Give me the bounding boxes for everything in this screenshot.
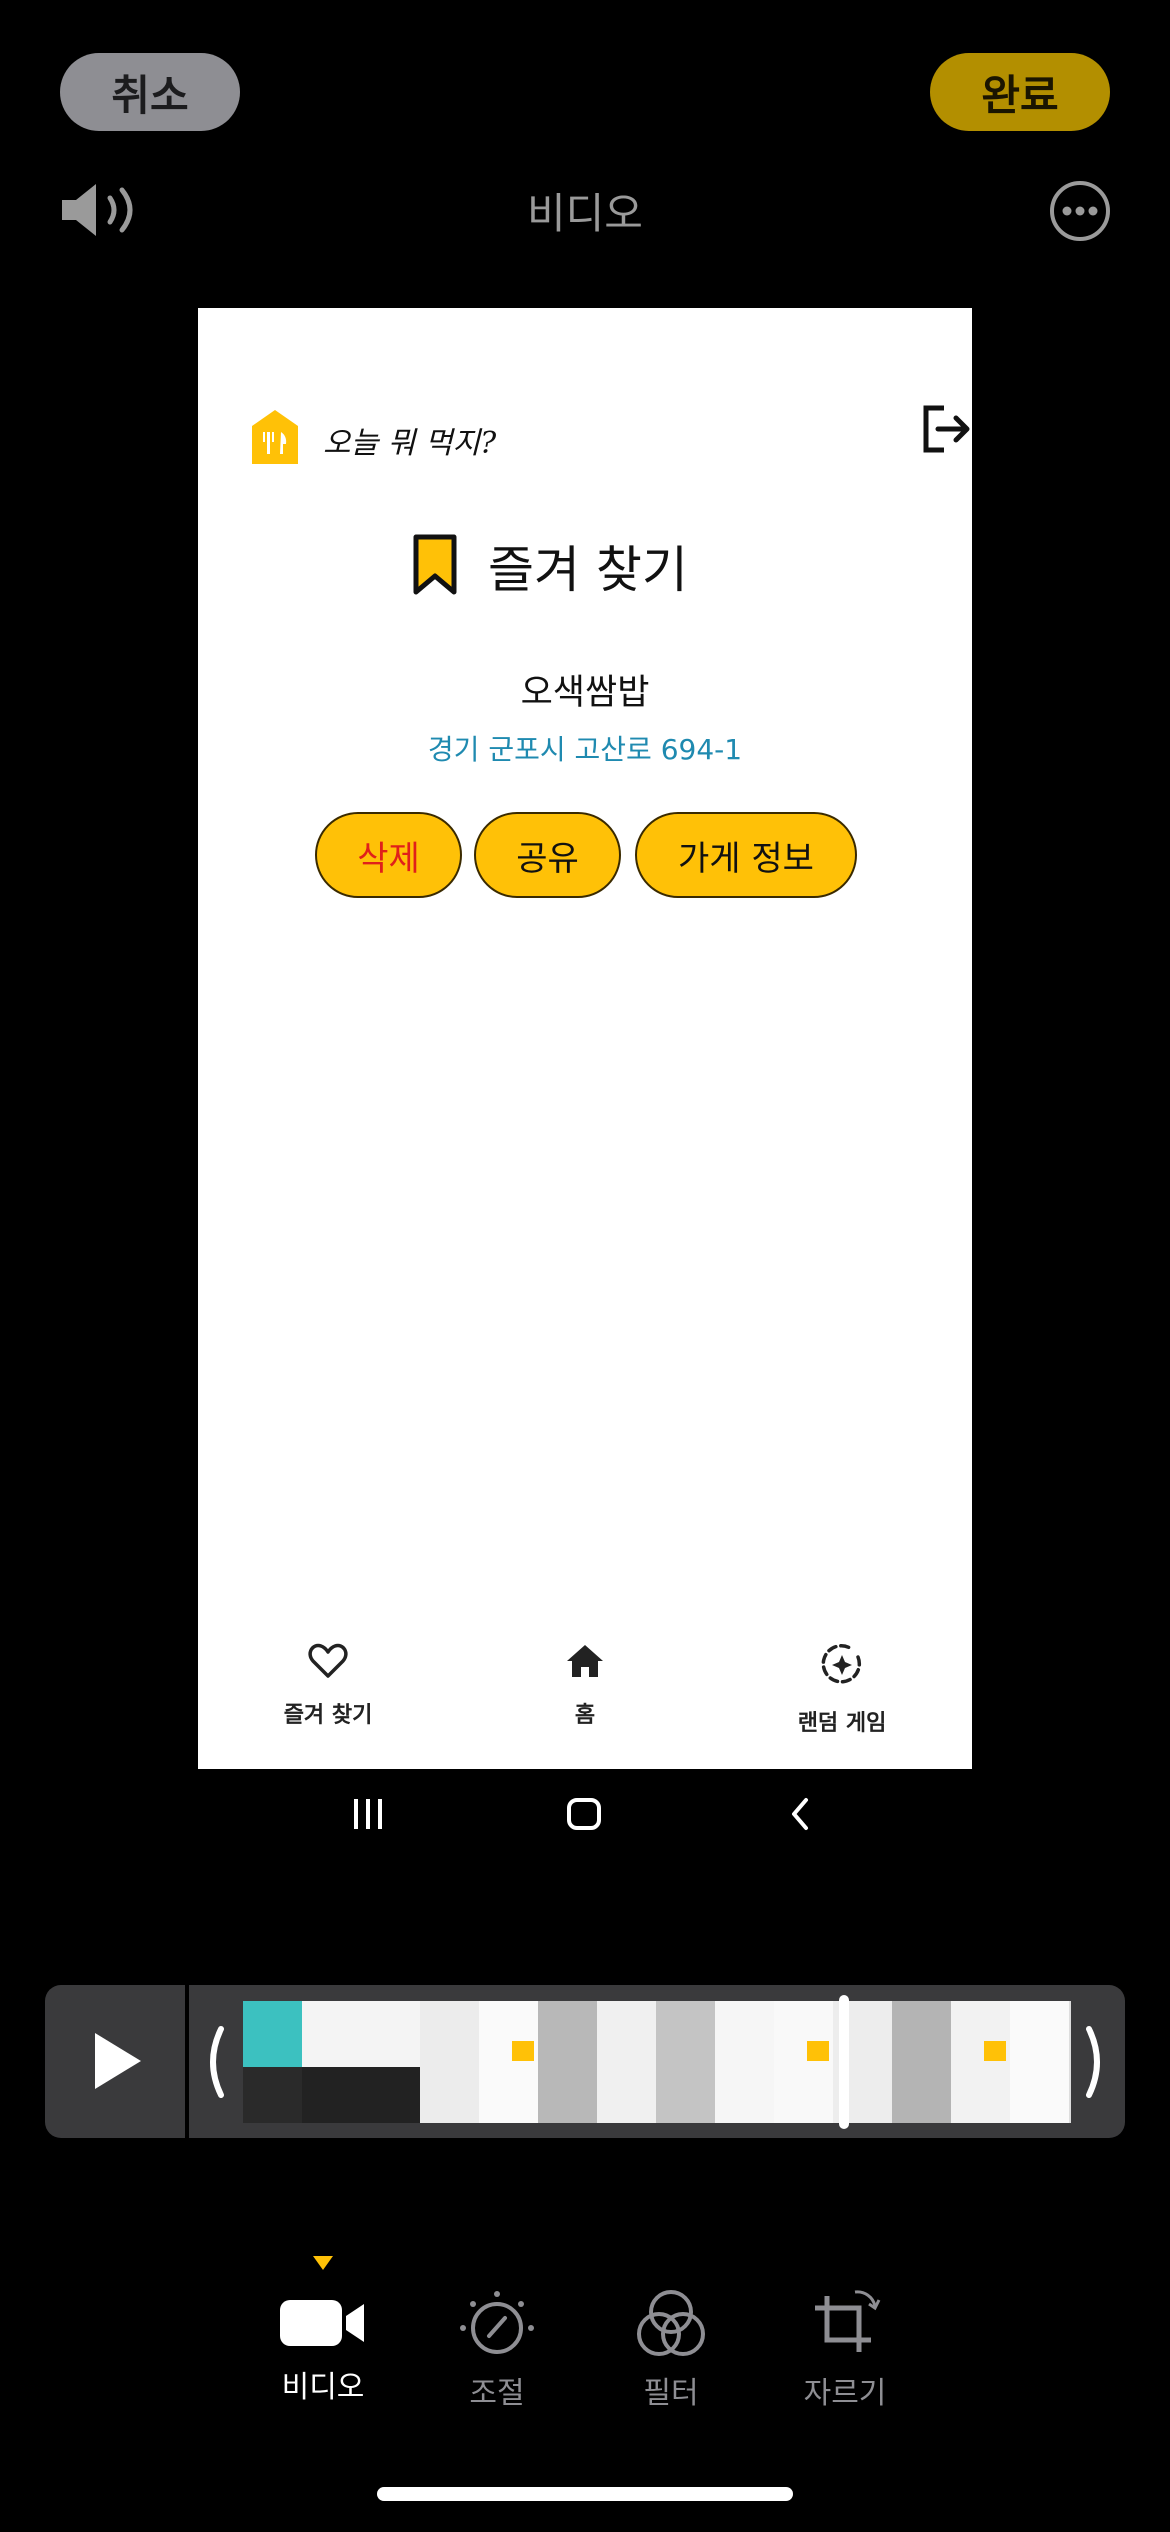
frame-thumbnail	[715, 2001, 774, 2123]
android-navigation-bar	[354, 1798, 808, 1830]
video-preview: 오늘 뭐 먹지? 즐겨 찾기 오색쌈밥 경기 군포시 고산로 694-1 삭제 …	[198, 308, 972, 1769]
nav-label-home: 홈	[574, 1703, 596, 1728]
back-icon[interactable]	[792, 1798, 808, 1830]
home-icon	[567, 1645, 603, 1677]
tool-label-video: 비디오	[281, 2370, 365, 2405]
frame-thumbnail	[1010, 2001, 1069, 2123]
play-button[interactable]	[45, 1985, 189, 2138]
frame-thumbnail	[951, 2001, 1010, 2123]
app-title: 오늘 뭐 먹지?	[323, 426, 497, 461]
more-options-icon[interactable]	[1049, 180, 1111, 242]
random-game-icon	[821, 1644, 862, 1684]
playhead[interactable]	[839, 1995, 849, 2129]
frame-thumbnail	[892, 2001, 951, 2123]
tool-adjust[interactable]: 조절	[422, 2288, 572, 2412]
selected-tool-indicator	[313, 2256, 333, 2270]
frame-thumbnail	[774, 2001, 833, 2123]
tool-crop[interactable]: 자르기	[770, 2288, 920, 2412]
restaurant-address[interactable]: 경기 군포시 고산로 694-1	[198, 728, 972, 768]
delete-button[interactable]: 삭제	[315, 812, 462, 898]
nav-favorites[interactable]: 즐겨 찾기	[228, 1643, 428, 1729]
bookmark-icon	[413, 534, 457, 595]
tool-filter[interactable]: 필터	[596, 2288, 746, 2412]
store-info-button[interactable]: 가게 정보	[635, 812, 857, 898]
frame-detail	[807, 2041, 829, 2061]
editor-title: 비디오	[527, 189, 643, 238]
home-button-icon[interactable]	[567, 1798, 601, 1830]
adjust-dial-icon	[460, 2291, 534, 2354]
frame-thumbnail	[538, 2001, 597, 2123]
frame-detail	[243, 2067, 302, 2123]
play-icon	[95, 2033, 141, 2089]
tool-video[interactable]: 비디오	[248, 2288, 398, 2406]
trim-end-handle[interactable]	[1083, 2025, 1109, 2099]
restaurant-name: 오색쌈밥	[520, 673, 650, 713]
frame-detail	[512, 2041, 534, 2061]
filter-circles-icon	[637, 2290, 705, 2356]
share-button[interactable]: 공유	[474, 812, 621, 898]
logout-icon[interactable]	[920, 404, 972, 454]
nav-label-random-game: 랜덤 게임	[797, 1711, 887, 1736]
frame-detail	[984, 2041, 1006, 2061]
home-indicator[interactable]	[377, 2487, 793, 2501]
tool-label-crop: 자르기	[803, 2376, 887, 2411]
restaurant-logo-icon	[252, 410, 298, 464]
nav-home[interactable]: 홈	[485, 1643, 685, 1729]
cancel-button[interactable]: 취소	[60, 53, 240, 131]
crop-icon	[815, 2290, 881, 2352]
trim-start-handle[interactable]	[201, 2025, 227, 2099]
frame-thumbnail	[420, 2001, 479, 2123]
tool-label-filter: 필터	[643, 2376, 699, 2411]
timeline-frames	[243, 2001, 1071, 2123]
frame-thumbnail	[597, 2001, 656, 2123]
video-camera-icon	[280, 2300, 364, 2346]
heart-icon	[308, 1643, 348, 1678]
timeline-scrubber[interactable]	[45, 1985, 1125, 2138]
recent-apps-icon[interactable]	[354, 1799, 382, 1829]
nav-label-favorites: 즐겨 찾기	[283, 1703, 373, 1728]
frame-thumbnail	[479, 2001, 538, 2123]
page-title: 즐겨 찾기	[488, 541, 688, 599]
frame-detail	[302, 2067, 420, 2123]
frame-thumbnail	[656, 2001, 715, 2123]
tool-label-adjust: 조절	[469, 2376, 525, 2411]
done-button[interactable]: 완료	[930, 53, 1110, 131]
nav-random-game[interactable]: 랜덤 게임	[742, 1643, 942, 1737]
